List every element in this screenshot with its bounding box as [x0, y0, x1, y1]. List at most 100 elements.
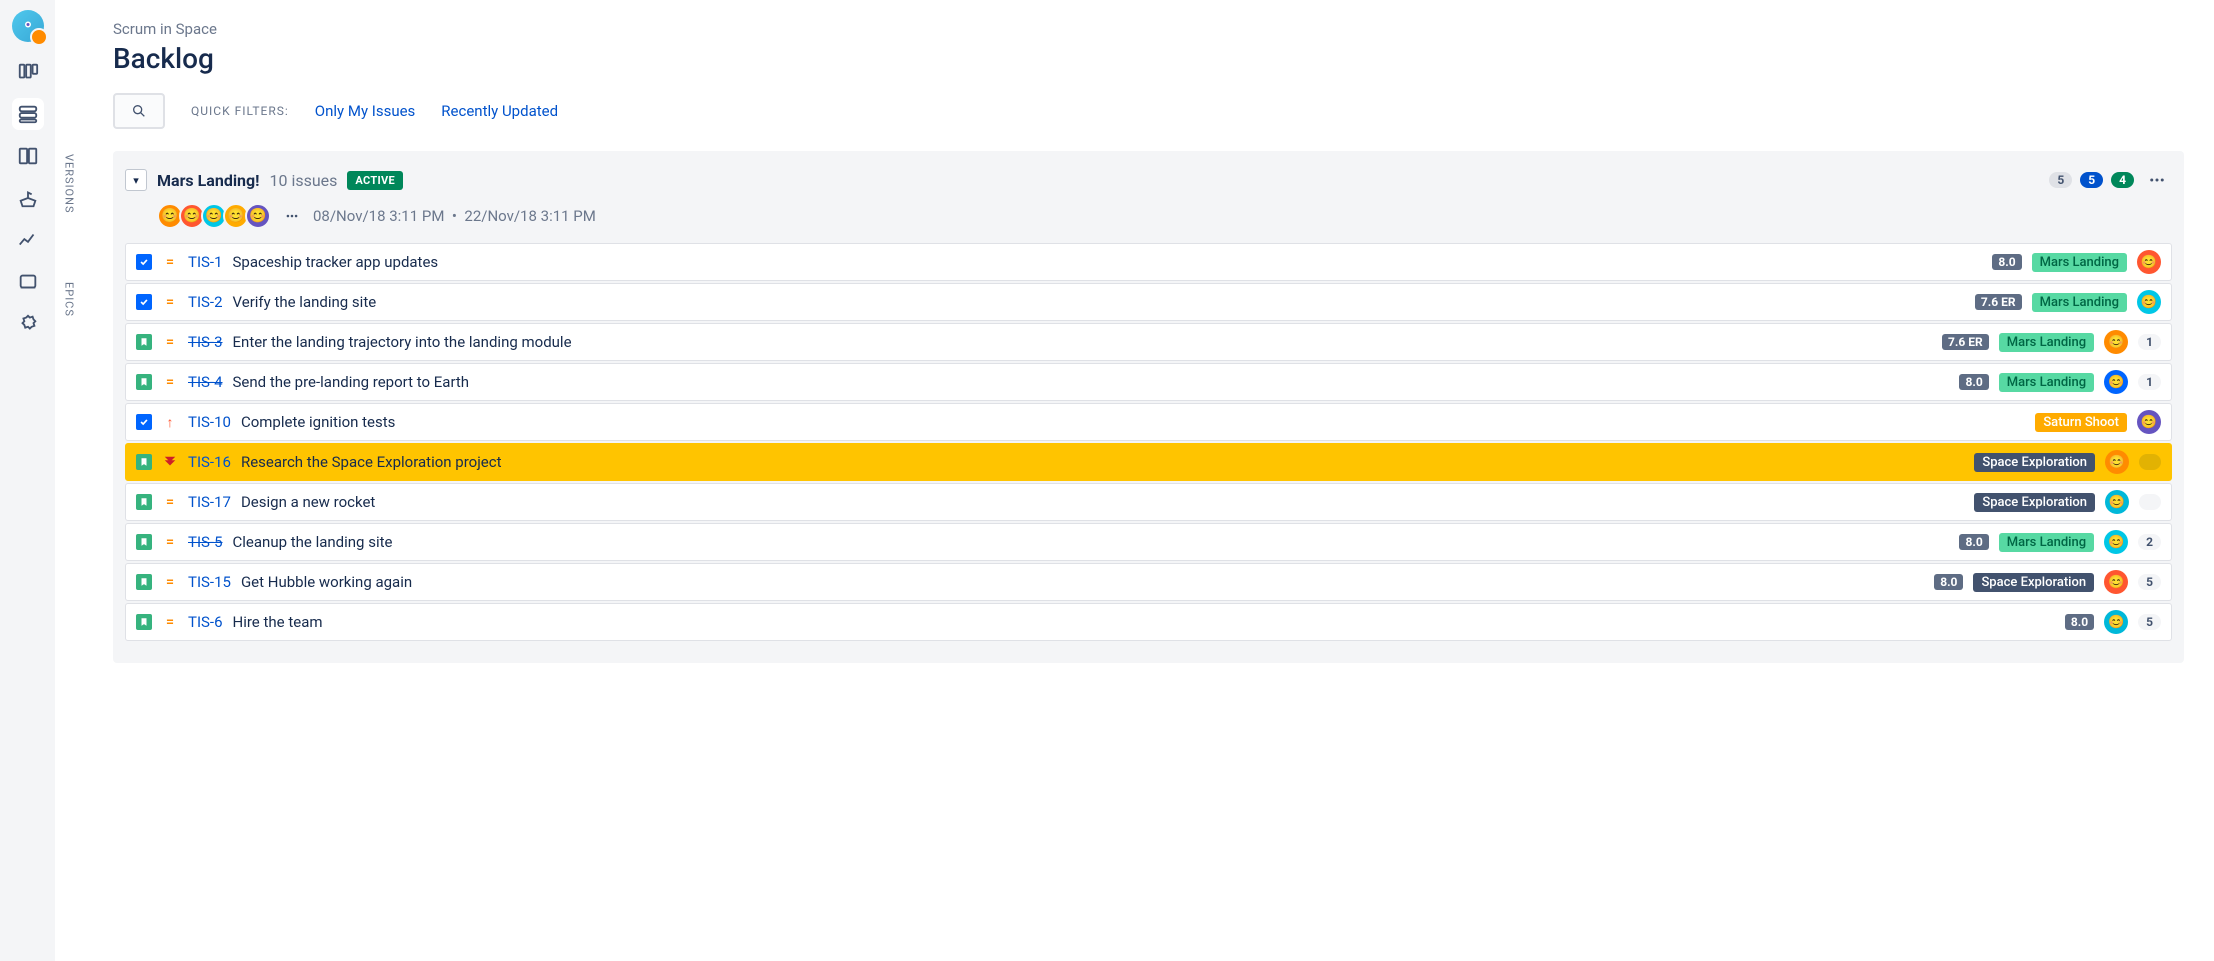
story-icon [136, 374, 152, 390]
story-icon [136, 334, 152, 350]
story-icon [136, 454, 152, 470]
assignee-avatar[interactable]: 😊 [2104, 330, 2128, 354]
count-inprogress: 5 [2080, 172, 2103, 188]
estimate-badge: 7.6 ER [1942, 334, 1989, 350]
issue-key[interactable]: TIS-10 [188, 413, 231, 431]
backlog-icon[interactable] [16, 102, 40, 126]
epic-badge[interactable]: Mars Landing [1999, 373, 2094, 392]
issue-key[interactable]: TIS-3 [188, 333, 223, 351]
issue-list: = TIS-1 Spaceship tracker app updates 8.0 Ma… [125, 243, 2172, 641]
link-count [2139, 494, 2161, 510]
priority-icon: = [162, 334, 178, 350]
issue-row[interactable]: =TIS-1Spaceship tracker app updates8.0Ma… [125, 243, 2172, 281]
issue-key[interactable]: TIS-1 [188, 253, 223, 271]
assignee-avatar[interactable]: 😊 [2104, 570, 2128, 594]
ship-icon[interactable] [16, 186, 40, 210]
assignee-avatar[interactable]: 😊 [2104, 530, 2128, 554]
sprint-status-badge: ACTIVE [347, 171, 403, 190]
sprint-dates: 08/Nov/18 3:11 PM • 22/Nov/18 3:11 PM [313, 207, 596, 225]
priority-icon: = [162, 574, 178, 590]
priority-icon: = [162, 254, 178, 270]
issue-key[interactable]: TIS-17 [188, 493, 231, 511]
priority-icon: ↑ [162, 414, 178, 430]
epic-badge[interactable]: Space Exploration [1974, 493, 2095, 512]
task-icon [136, 254, 152, 270]
search-icon [131, 103, 147, 119]
search-input[interactable] [113, 93, 165, 129]
board-icon[interactable] [16, 60, 40, 84]
epic-badge[interactable]: Mars Landing [2032, 293, 2127, 312]
estimate-badge: 7.6 ER [1975, 294, 2022, 310]
issue-row[interactable]: = TIS-5 Cleanup the landing site 8.0 Mars La… [125, 523, 2172, 561]
count-done: 4 [2111, 172, 2134, 188]
issue-title: Enter the landing trajectory into the la… [233, 333, 1933, 351]
assignee-avatar[interactable]: 😊 [2104, 370, 2128, 394]
assignee-avatar[interactable]: 😊 [2104, 610, 2128, 634]
issue-row[interactable]: =TIS-4Send the pre-landing report to Ear… [125, 363, 2172, 401]
issue-row[interactable]: =TIS-17Design a new rocketSpace Explorat… [125, 483, 2172, 521]
issue-row[interactable]: =TIS-6Hire the team8.0😊5 [125, 603, 2172, 641]
epic-badge[interactable]: Mars Landing [2032, 253, 2127, 272]
versions-tab[interactable]: VERSIONS [59, 150, 80, 218]
link-count: 1 [2138, 374, 2161, 390]
issue-title: Cleanup the landing site [233, 533, 1950, 551]
issue-title: Get Hubble working again [241, 573, 1924, 591]
sprint-more-button[interactable] [2142, 165, 2172, 195]
issue-title: Complete ignition tests [241, 413, 2025, 431]
epic-badge[interactable]: Space Exploration [1973, 573, 2094, 592]
issue-row[interactable]: TIS-16Research the Space Exploration pro… [125, 443, 2172, 481]
epics-tab[interactable]: EPICS [59, 278, 80, 321]
pages-icon[interactable] [16, 270, 40, 294]
priority-icon: = [162, 294, 178, 310]
issue-title: Verify the landing site [233, 293, 1965, 311]
breadcrumb[interactable]: Scrum in Space [113, 20, 2184, 38]
assignee-avatar[interactable]: 😊 [2137, 290, 2161, 314]
estimate-badge: 8.0 [1959, 534, 1988, 550]
estimate-badge: 8.0 [1959, 374, 1988, 390]
assignee-avatar[interactable]: 😊 [2105, 490, 2129, 514]
chevron-down-icon[interactable]: ▾ [125, 169, 147, 191]
quick-filters-label: QUICK FILTERS: [191, 104, 289, 118]
quick-filter-recently-updated[interactable]: Recently Updated [441, 102, 558, 120]
issue-title: Design a new rocket [241, 493, 1964, 511]
reports-icon[interactable] [16, 228, 40, 252]
count-todo: 5 [2049, 172, 2072, 188]
task-icon [136, 294, 152, 310]
link-count: 1 [2138, 334, 2161, 350]
priority-icon: = [162, 374, 178, 390]
issue-key[interactable]: TIS-16 [188, 453, 231, 471]
sprint-avatars: 😊😊😊😊😊 [157, 203, 271, 229]
assignee-avatar[interactable]: 😊 [2137, 250, 2161, 274]
avatars-more-button[interactable] [281, 205, 303, 227]
avatar[interactable]: 😊 [245, 203, 271, 229]
epic-badge[interactable]: Saturn Shoot [2035, 413, 2127, 432]
quick-filter-only-my-issues[interactable]: Only My Issues [315, 102, 416, 120]
issue-key[interactable]: TIS-4 [188, 373, 223, 391]
sprint-name: Mars Landing! [157, 171, 260, 190]
epic-badge[interactable]: Mars Landing [1999, 533, 2094, 552]
priority-icon: = [162, 534, 178, 550]
issue-row[interactable]: = TIS-2 Verify the landing site 7.6 ER Mars … [125, 283, 2172, 321]
assignee-avatar[interactable]: 😊 [2137, 410, 2161, 434]
assignee-avatar[interactable]: 😊 [2105, 450, 2129, 474]
issue-title: Spaceship tracker app updates [233, 253, 1983, 271]
epic-badge[interactable]: Space Exploration [1974, 453, 2095, 472]
project-avatar[interactable] [12, 10, 44, 42]
sprints-icon[interactable] [16, 144, 40, 168]
more-icon [2148, 171, 2166, 189]
issue-row[interactable]: = TIS-3 Enter the landing trajectory into … [125, 323, 2172, 361]
link-count: 2 [2138, 534, 2161, 550]
issue-row[interactable]: ↑ TIS-10 Complete ignition tests Saturn Sho… [125, 403, 2172, 441]
issue-key[interactable]: TIS-2 [188, 293, 223, 311]
epic-badge[interactable]: Mars Landing [1999, 333, 2094, 352]
task-icon [136, 414, 152, 430]
issue-key[interactable]: TIS-15 [188, 573, 231, 591]
filter-row: QUICK FILTERS: Only My Issues Recently U… [113, 93, 2184, 129]
issue-key[interactable]: TIS-5 [188, 533, 223, 551]
sprint-issue-count: 10 issues [270, 171, 338, 190]
settings-icon[interactable] [16, 312, 40, 336]
issue-row[interactable]: =TIS-15Get Hubble working again8.0Space … [125, 563, 2172, 601]
side-tabs: VERSIONS EPICS [55, 0, 83, 961]
link-count: 5 [2138, 614, 2161, 630]
issue-key[interactable]: TIS-6 [188, 613, 223, 631]
